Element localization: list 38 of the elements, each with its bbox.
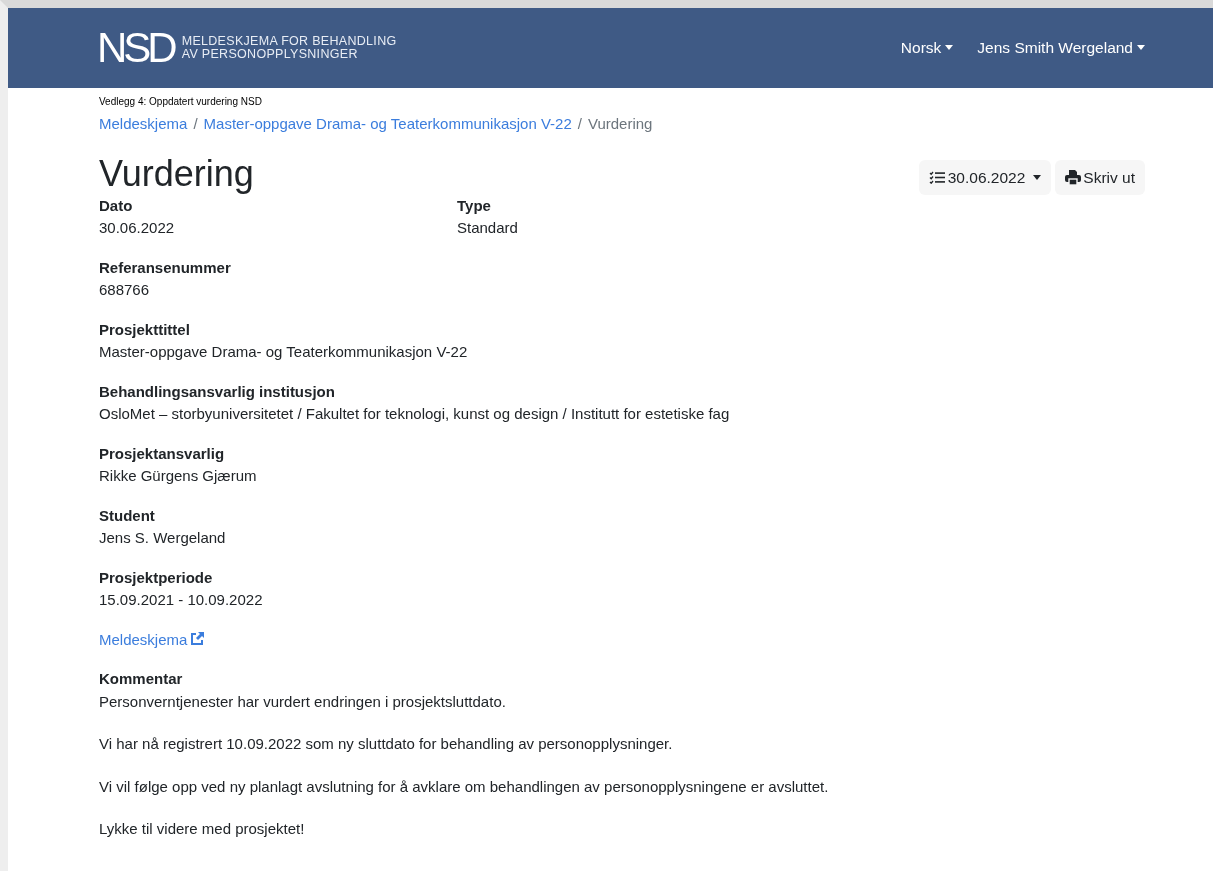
field-value: Master-oppgave Drama- og Teaterkommunikasjon V-22 xyxy=(99,342,469,363)
logo[interactable]: NSD xyxy=(97,27,174,69)
field-label: Behandlingsansvarlig institusjon xyxy=(99,381,336,402)
breadcrumb-link[interactable]: Meldeskjema xyxy=(99,115,188,132)
field-value: Jens S. Wergeland xyxy=(99,528,227,549)
field-label: Prosjekttittel xyxy=(99,319,191,340)
comment-paragraph: Personverntjenester har vurdert endringen i prosjektsluttdato. xyxy=(99,691,507,712)
nav-dropdown[interactable]: Norsk xyxy=(900,36,954,60)
breadcrumb-separator: / xyxy=(577,115,582,132)
breadcrumb-link[interactable]: Master-oppgave Drama- og Teaterkommunikasjon V-22 xyxy=(203,115,572,132)
field-label: Referansenummer xyxy=(99,257,232,278)
field-label: Dato xyxy=(99,195,134,216)
comment-paragraph: Lykke til videre med prosjektet! xyxy=(99,819,306,840)
checklist-icon xyxy=(928,170,945,184)
printer-icon xyxy=(1065,169,1082,185)
breadcrumb-separator: / xyxy=(193,115,198,132)
field-value: 30.06.2022 xyxy=(99,218,176,239)
external-link-icon xyxy=(190,631,205,646)
external-link[interactable]: Meldeskjema xyxy=(99,630,205,648)
print-button[interactable]: Skriv ut xyxy=(1055,159,1145,195)
field-label: Prosjektansvarlig xyxy=(99,443,226,464)
field-label: Student xyxy=(99,505,156,526)
field-value: Rikke Gürgens Gjærum xyxy=(99,466,258,487)
field-label: Type xyxy=(457,195,492,216)
field-value: 688766 xyxy=(99,280,151,301)
field-value: OsloMet – storbyuniversitetet / Fakultet for teknologi, kunst og design / Institutt for estetiske fag xyxy=(99,404,731,425)
logo-caption: MELDESKJEMA FOR BEHANDLING AV PERSONOPPLYSNINGER xyxy=(181,34,397,62)
field-value: Standard xyxy=(457,218,519,239)
version-dropdown[interactable]: 30.06.2022 xyxy=(918,159,1052,195)
breadcrumb-current: Vurdering xyxy=(587,115,653,132)
comment-paragraph: Vi vil følge opp ved ny planlagt avslutning for å avklare om behandlingen av personopplysningene er avsluttet. xyxy=(99,776,830,797)
nav-dropdown[interactable]: Jens Smith Wergeland xyxy=(977,36,1145,60)
page-title: Vurdering xyxy=(99,151,254,195)
field-value: 15.09.2021 - 10.09.2022 xyxy=(99,590,264,611)
field-label: Prosjektperiode xyxy=(99,567,214,588)
attachment-note: Vedlegg 4: Oppdatert vurdering NSD xyxy=(99,95,263,109)
field-label: Kommentar xyxy=(99,669,184,690)
comment-paragraph: Vi har nå registrert 10.09.2022 som ny sluttdato for behandling av personopplysninger. xyxy=(99,734,674,755)
